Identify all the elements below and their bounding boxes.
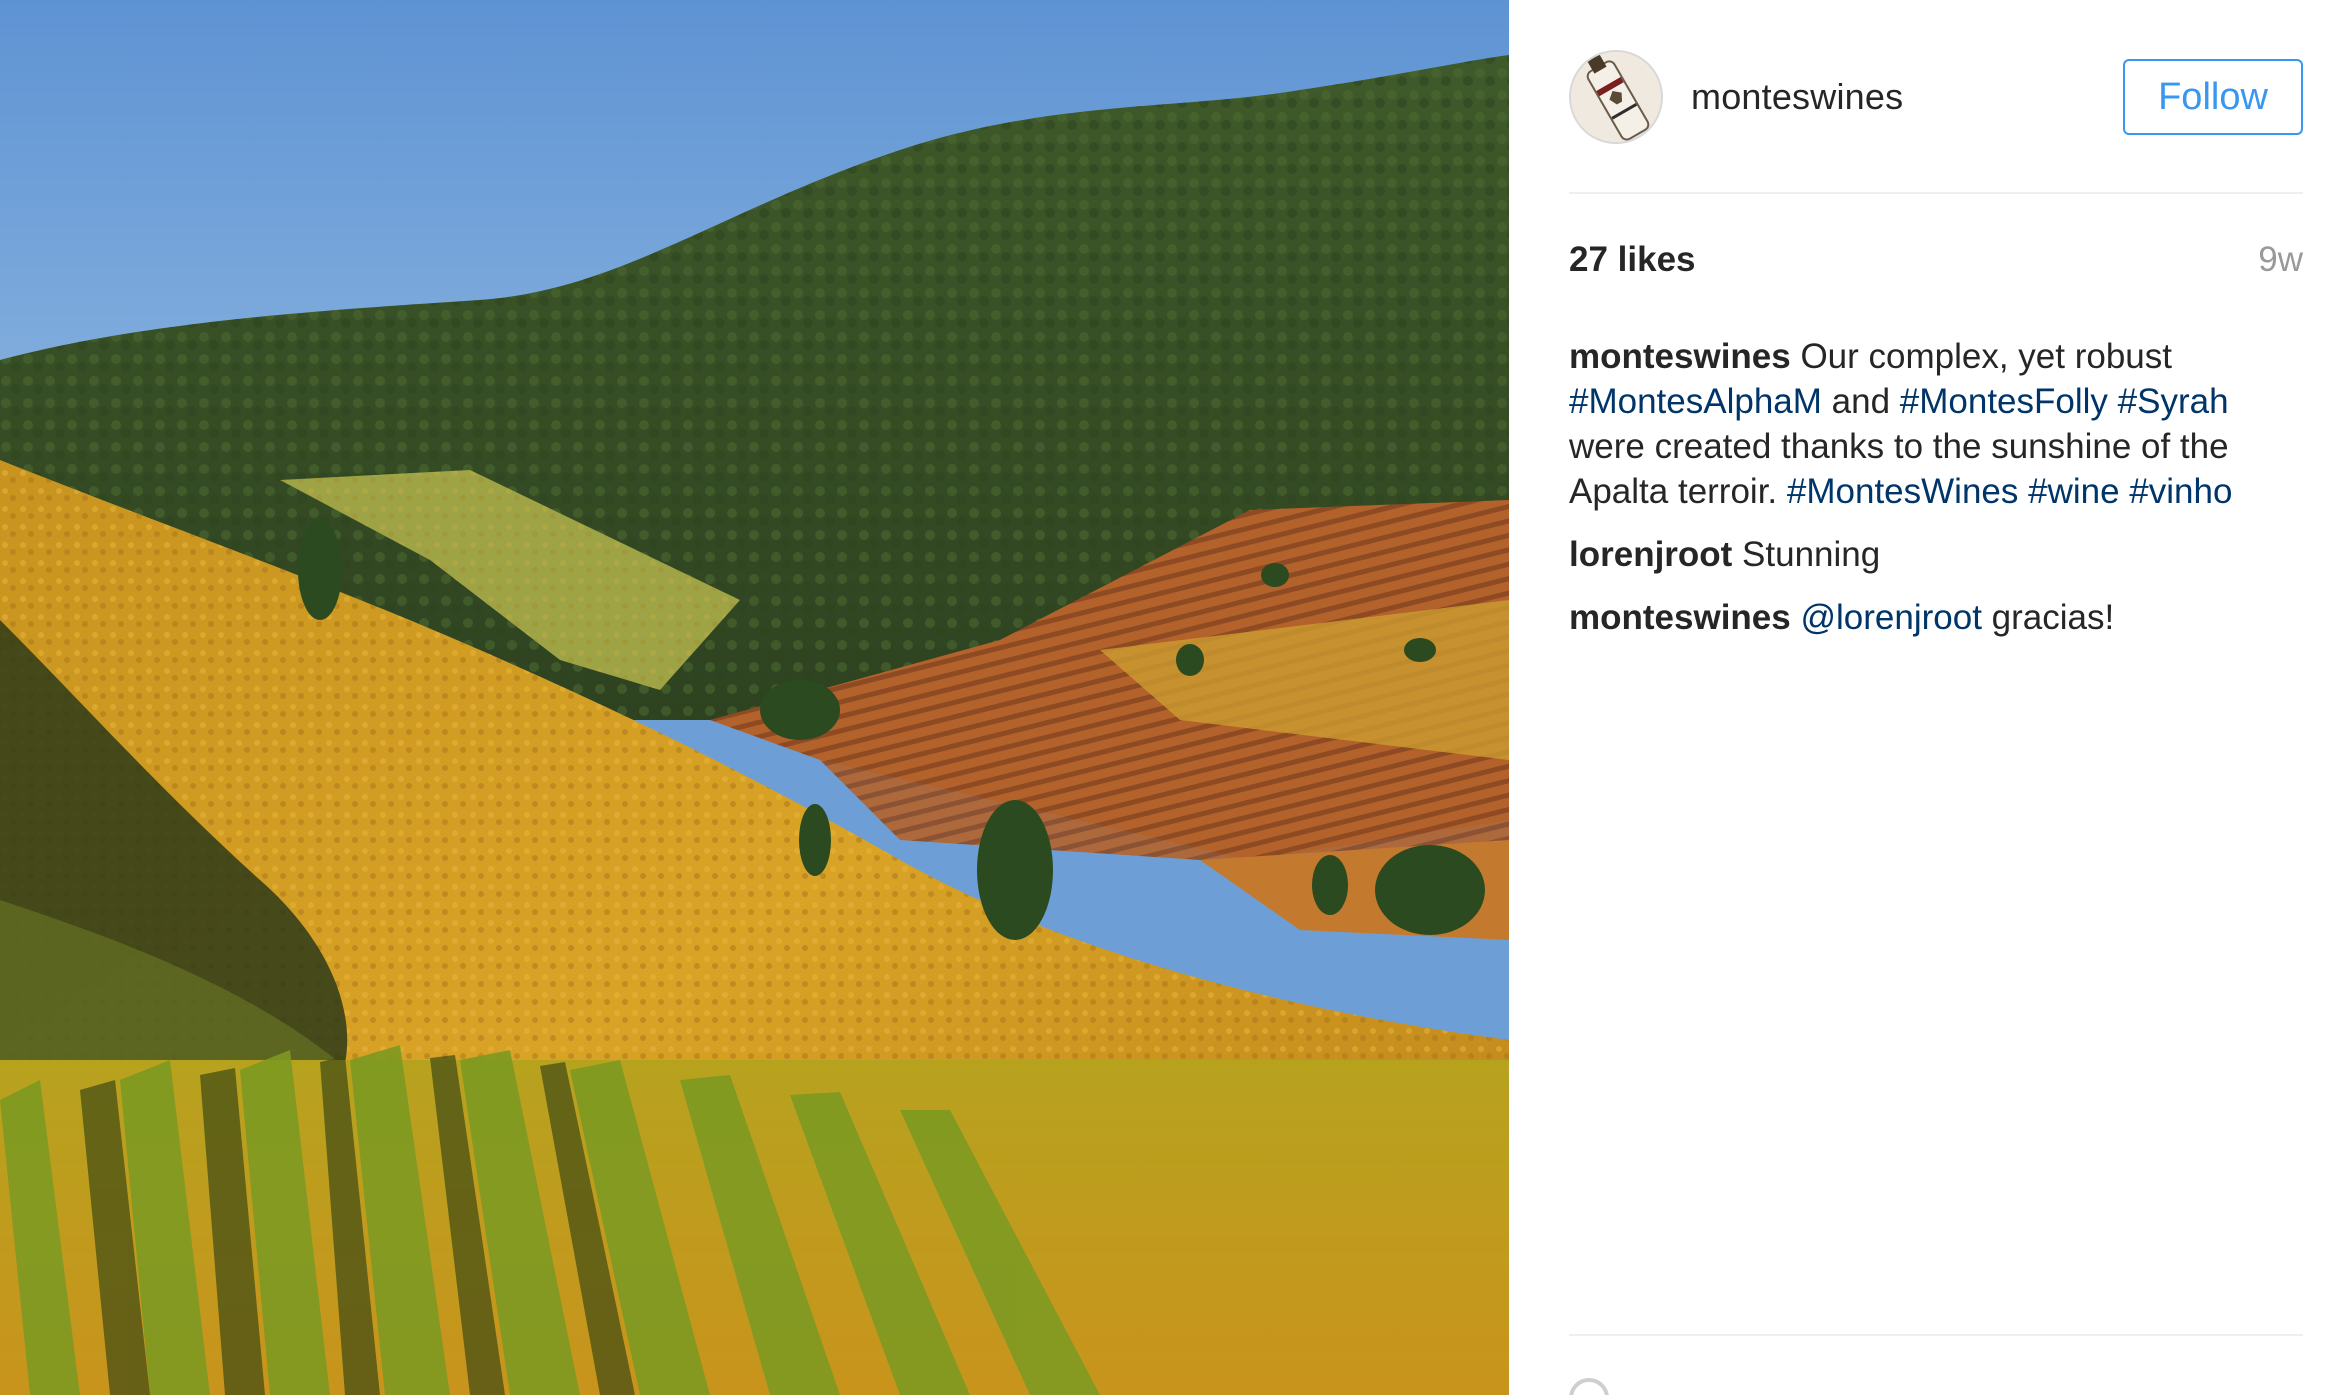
mention-link[interactable]: @lorenjroot: [1800, 598, 1981, 637]
comment-text: [2120, 472, 2130, 511]
hashtag-link[interactable]: #wine: [2028, 472, 2119, 511]
comments-divider: [1569, 1334, 2303, 1336]
comment-text: [1791, 598, 1801, 637]
post-header: monteswines Follow: [1569, 42, 2303, 152]
comment-text: gracias!: [1981, 598, 2115, 637]
hashtag-link[interactable]: #MontesWines: [1787, 472, 2018, 511]
comment-item: monteswines @lorenjroot gracias!: [1569, 595, 2303, 640]
hashtag-link[interactable]: #MontesFolly: [1900, 382, 2108, 421]
hashtag-link[interactable]: #MontesAlphaM: [1569, 382, 1822, 421]
post-photo[interactable]: [0, 0, 1509, 1395]
follow-button[interactable]: Follow: [2123, 59, 2303, 135]
vineyard-landscape-image: [0, 0, 1509, 1395]
comment-author[interactable]: monteswines: [1569, 598, 1791, 637]
comment-text: Stunning: [1732, 535, 1881, 574]
comment-author[interactable]: lorenjroot: [1569, 535, 1732, 574]
header-divider: [1569, 192, 2303, 194]
post-timestamp[interactable]: 9w: [2258, 240, 2303, 280]
comment-text: Our complex, yet robust: [1790, 337, 2172, 376]
avatar[interactable]: [1569, 50, 1663, 144]
comment-actions: [1569, 1378, 1629, 1395]
comments-list: monteswines Our complex, yet robust #Mon…: [1569, 334, 2303, 658]
comment-icon[interactable]: [1569, 1378, 1609, 1395]
comment-text: and: [1821, 382, 1900, 421]
hashtag-link[interactable]: #vinho: [2129, 472, 2232, 511]
comment-author[interactable]: monteswines: [1569, 337, 1791, 376]
wine-bottle-logo-icon: [1571, 52, 1661, 142]
likes-row: 27 likes 9w: [1569, 240, 2303, 280]
comment-item: monteswines Our complex, yet robust #Mon…: [1569, 334, 2303, 514]
likes-count[interactable]: 27 likes: [1569, 240, 1696, 280]
comment-text: [2018, 472, 2028, 511]
hashtag-link[interactable]: #Syrah: [2118, 382, 2229, 421]
comment-text: [2108, 382, 2118, 421]
username-link[interactable]: monteswines: [1691, 76, 2123, 118]
post-side-panel: monteswines Follow 27 likes 9w monteswin…: [1509, 0, 2335, 1395]
post-modal: monteswines Follow 27 likes 9w monteswin…: [0, 0, 2335, 1395]
comment-item: lorenjroot Stunning: [1569, 532, 2303, 577]
